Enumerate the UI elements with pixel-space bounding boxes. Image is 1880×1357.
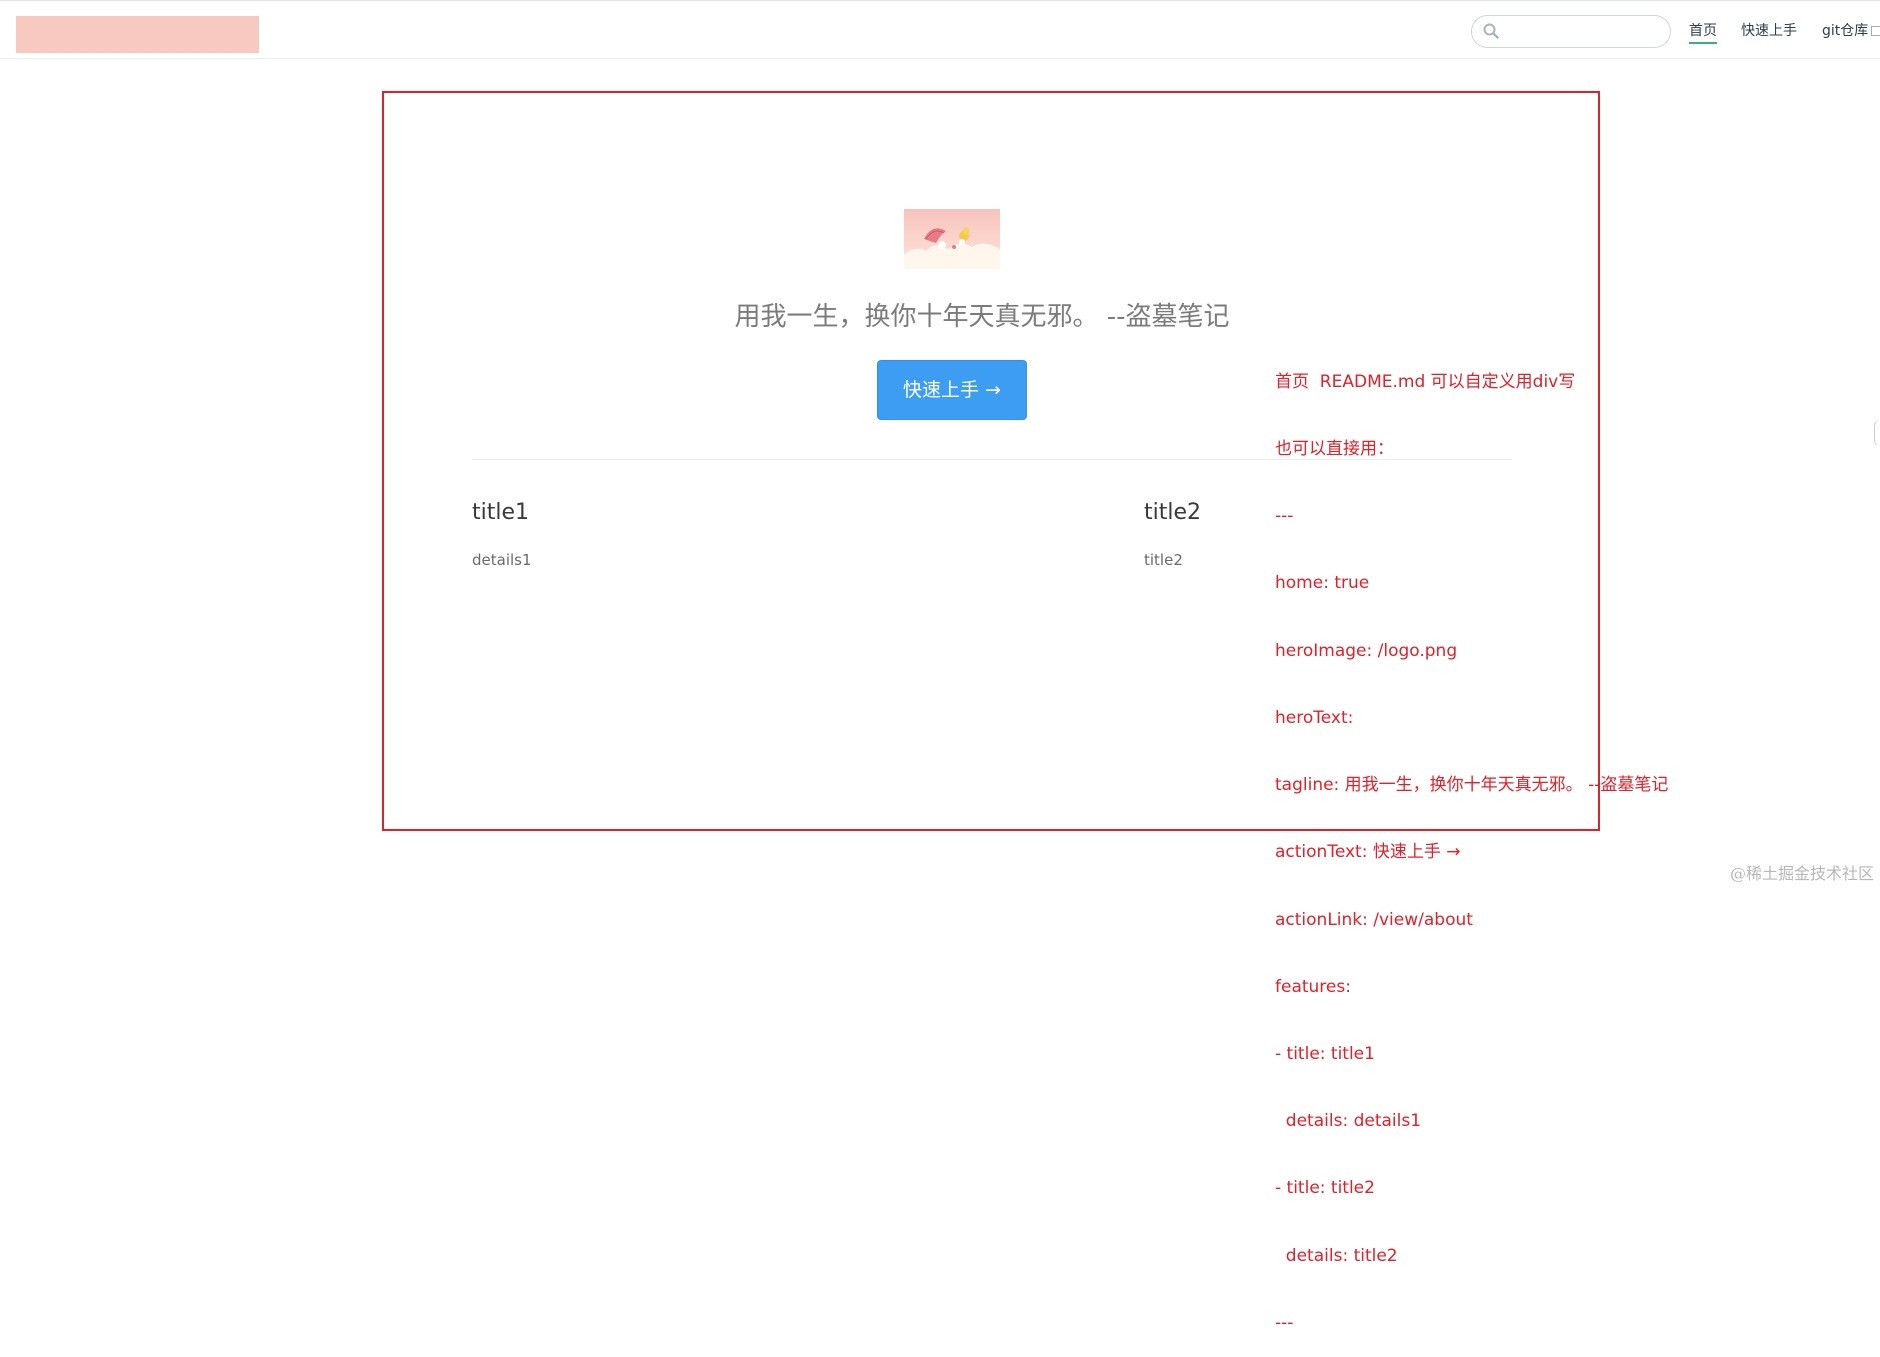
site-logo[interactable] (16, 16, 259, 53)
readme-annotation: 首页 README.md 可以自定义用div写 也可以直接用： --- home… (1275, 326, 1668, 1357)
nav-link-home[interactable]: 首页 (1689, 22, 1717, 44)
annotation-line: features: (1275, 976, 1668, 998)
annotation-line: heroText: (1275, 707, 1668, 729)
search-icon (1483, 23, 1499, 39)
navbar: 首页 快速上手 git仓库 (0, 0, 1880, 59)
watermark: @稀土掘金技术社区 (1730, 860, 1874, 884)
annotation-line: - title: title2 (1275, 1177, 1668, 1199)
nav-link-git-repo[interactable]: git仓库 (1822, 22, 1880, 40)
quick-start-button[interactable]: 快速上手 → (877, 360, 1027, 420)
annotation-line: details: title2 (1275, 1245, 1668, 1267)
edge-handle (1874, 420, 1880, 446)
annotation-line: actionText: 快速上手 → (1275, 841, 1668, 863)
annotation-line: tagline: 用我一生，换你十年天真无邪。 --盗墓笔记 (1275, 774, 1668, 796)
search-box[interactable] (1471, 15, 1671, 48)
feature-title-1: title1 (472, 500, 529, 525)
annotation-line: 首页 README.md 可以自定义用div写 (1275, 371, 1668, 393)
feature-details-1: details1 (472, 551, 532, 569)
external-link-icon (1871, 26, 1880, 36)
annotation-line: actionLink: /view/about (1275, 909, 1668, 931)
annotation-line: --- (1275, 1312, 1668, 1334)
annotation-line: 也可以直接用： (1275, 438, 1668, 460)
feature-details-2: title2 (1144, 551, 1183, 569)
nav-link-git-repo-label: git仓库 (1822, 23, 1868, 39)
annotation-line: --- (1275, 505, 1668, 527)
annotation-line: heroImage: /logo.png (1275, 640, 1668, 662)
annotation-line: details: details1 (1275, 1110, 1668, 1132)
feature-title-2: title2 (1144, 500, 1201, 525)
annotation-line: home: true (1275, 572, 1668, 594)
annotation-line: - title: title1 (1275, 1043, 1668, 1065)
hero-image (904, 209, 1000, 269)
nav-link-quickstart[interactable]: 快速上手 (1741, 22, 1797, 40)
search-input[interactable] (1506, 21, 1660, 44)
